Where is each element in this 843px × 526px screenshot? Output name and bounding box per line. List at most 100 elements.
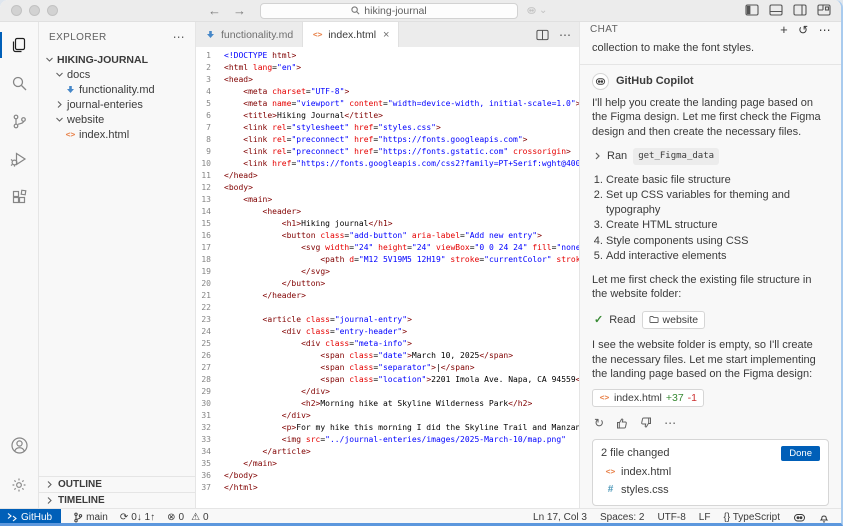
tab-functionality.md[interactable]: functionality.md [196, 22, 303, 47]
branch-indicator[interactable]: main [73, 512, 108, 523]
tree-item-hiking-journal[interactable]: HIKING-JOURNAL [39, 52, 195, 67]
copilot-titlebar-button[interactable]: ⌄ [526, 5, 547, 16]
explorer-more-actions[interactable]: ⋯ [173, 30, 185, 44]
tree-item-docs[interactable]: docs [39, 67, 195, 82]
split-editor-icon[interactable] [536, 29, 549, 41]
code-line[interactable]: 22 [196, 302, 579, 314]
code-line[interactable]: 20 </button> [196, 278, 579, 290]
code-line[interactable]: 3<head> [196, 74, 579, 86]
status-typescript[interactable]: {} TypeScript [723, 512, 780, 523]
sidebar-panel-timeline[interactable]: TIMELINE [39, 492, 195, 508]
tree-item-website[interactable]: website [39, 112, 195, 127]
tool-name-chip[interactable]: get_Figma_data [633, 148, 719, 165]
chat-history-icon[interactable]: ↺ [798, 23, 808, 37]
tree-item-functionality.md[interactable]: functionality.md [39, 82, 195, 97]
regenerate-icon[interactable]: ↻ [594, 416, 604, 431]
code-line[interactable]: 26 <span class="date">March 10, 2025</sp… [196, 350, 579, 362]
code-line[interactable]: 18 <path d="M12 5V19M5 12H19" stroke="cu… [196, 254, 579, 266]
bell-icon[interactable] [819, 512, 829, 523]
status-spaces-2[interactable]: Spaces: 2 [600, 512, 644, 523]
title-bar: ← → hiking-journal ⌄ [0, 0, 841, 22]
changed-file-styles.css[interactable]: #styles.css [601, 481, 820, 499]
code-line[interactable]: 4 <meta charset="UTF-8"> [196, 86, 579, 98]
settings-gear-icon[interactable] [0, 468, 39, 502]
code-line[interactable]: 28 <span class="location">2201 Imola Ave… [196, 374, 579, 386]
code-line[interactable]: 23 <article class="journal-entry"> [196, 314, 579, 326]
code-line[interactable]: 24 <div class="entry-header"> [196, 326, 579, 338]
code-line[interactable]: 11</head> [196, 170, 579, 182]
new-chat-icon[interactable]: + [780, 22, 788, 37]
html-file-icon: <> [605, 465, 616, 480]
back-button[interactable]: ← [208, 3, 221, 18]
tab-index.html[interactable]: <>index.html× [303, 22, 399, 47]
code-editor[interactable]: 1<!DOCTYPE html>2<html lang="en">3<head>… [196, 47, 579, 508]
code-line[interactable]: 10 <link href="https://fonts.googleapis.… [196, 158, 579, 170]
code-line[interactable]: 9 <link rel="preconnect" href="https://f… [196, 146, 579, 158]
code-line[interactable]: 35 </main> [196, 458, 579, 470]
code-line[interactable]: 34 </article> [196, 446, 579, 458]
code-line[interactable]: 13 <main> [196, 194, 579, 206]
minimize-window-icon[interactable] [29, 5, 40, 16]
code-line[interactable]: 27 <span class="separator">|</span> [196, 362, 579, 374]
code-line[interactable]: 15 <h1>Hiking journal</h1> [196, 218, 579, 230]
code-line[interactable]: 33 <img src="../journal-enteries/images/… [196, 434, 579, 446]
copilot-status-icon[interactable] [793, 512, 806, 523]
code-line[interactable]: 32 <p>For my hike this morning I did the… [196, 422, 579, 434]
status-lf[interactable]: LF [699, 512, 711, 523]
done-button[interactable]: Done [781, 446, 820, 461]
code-line[interactable]: 21 </header> [196, 290, 579, 302]
extensions-activity-icon[interactable] [0, 180, 39, 214]
status-utf-8[interactable]: UTF-8 [657, 512, 685, 523]
index-html-change-chip[interactable]: <> index.html +37 -1 [592, 389, 704, 408]
code-line[interactable]: 37</html> [196, 482, 579, 494]
command-center-search[interactable]: hiking-journal [260, 3, 518, 19]
code-line[interactable]: 5 <meta name="viewport" content="width=d… [196, 98, 579, 110]
thumbs-down-icon[interactable] [640, 417, 652, 429]
code-line[interactable]: 2<html lang="en"> [196, 62, 579, 74]
thumbs-up-icon[interactable] [616, 417, 628, 429]
close-window-icon[interactable] [11, 5, 22, 16]
maximize-window-icon[interactable] [47, 5, 58, 16]
code-line[interactable]: 31 </div> [196, 410, 579, 422]
source-control-activity-icon[interactable] [0, 104, 39, 138]
customize-layout-icon[interactable] [817, 4, 831, 16]
status-ln-17-col-3[interactable]: Ln 17, Col 3 [533, 512, 587, 523]
code-line[interactable]: 25 <div class="meta-info"> [196, 338, 579, 350]
tree-item-index.html[interactable]: <>index.html [39, 127, 195, 142]
editor-more-actions[interactable]: ⋯ [559, 28, 571, 42]
code-line[interactable]: 6 <title>Hiking Journal</title> [196, 110, 579, 122]
feedback-more-icon[interactable]: ⋯ [664, 416, 676, 431]
code-line[interactable]: 29 </div> [196, 386, 579, 398]
changes-title: 2 file changed [601, 446, 670, 461]
problems-indicator[interactable]: ⊗ 0 ⚠ 0 [167, 512, 208, 523]
code-line[interactable]: 12<body> [196, 182, 579, 194]
forward-button[interactable]: → [233, 3, 246, 18]
code-line[interactable]: 1<!DOCTYPE html> [196, 50, 579, 62]
code-line[interactable]: 17 <svg width="24" height="24" viewBox="… [196, 242, 579, 254]
code-line[interactable]: 36</body> [196, 470, 579, 482]
run-debug-activity-icon[interactable] [0, 142, 39, 176]
explorer-activity-icon[interactable] [0, 28, 39, 62]
toggle-secondary-sidebar-icon[interactable] [793, 4, 807, 16]
toggle-sidebar-icon[interactable] [745, 4, 759, 16]
code-line[interactable]: 14 <header> [196, 206, 579, 218]
changed-file-index.html[interactable]: <>index.html [601, 464, 820, 482]
code-line[interactable]: 8 <link rel="preconnect" href="https://f… [196, 134, 579, 146]
tool-run-row[interactable]: Ran get_Figma_data [594, 148, 829, 165]
code-line[interactable]: 19 </svg> [196, 266, 579, 278]
code-line[interactable]: 16 <button class="add-button" aria-label… [196, 230, 579, 242]
code-line[interactable]: 30 <h2>Morning hike at Skyline Wildernes… [196, 398, 579, 410]
sidebar-panel-outline[interactable]: OUTLINE [39, 476, 195, 492]
remote-indicator[interactable]: GitHub [0, 509, 61, 526]
tree-item-journal-enteries[interactable]: journal-enteries [39, 97, 195, 112]
website-folder-chip[interactable]: website [642, 311, 706, 330]
sync-indicator[interactable]: ⟳ 0↓ 1↑ [120, 512, 155, 523]
window-controls[interactable] [0, 5, 70, 16]
account-icon[interactable] [0, 428, 39, 462]
search-activity-icon[interactable] [0, 66, 39, 100]
toggle-panel-icon[interactable] [769, 4, 783, 16]
code-line[interactable]: 7 <link rel="stylesheet" href="styles.cs… [196, 122, 579, 134]
chat-more-icon[interactable]: ⋯ [819, 23, 831, 37]
line-number: 16 [196, 230, 224, 242]
close-tab-icon[interactable]: × [383, 29, 389, 41]
